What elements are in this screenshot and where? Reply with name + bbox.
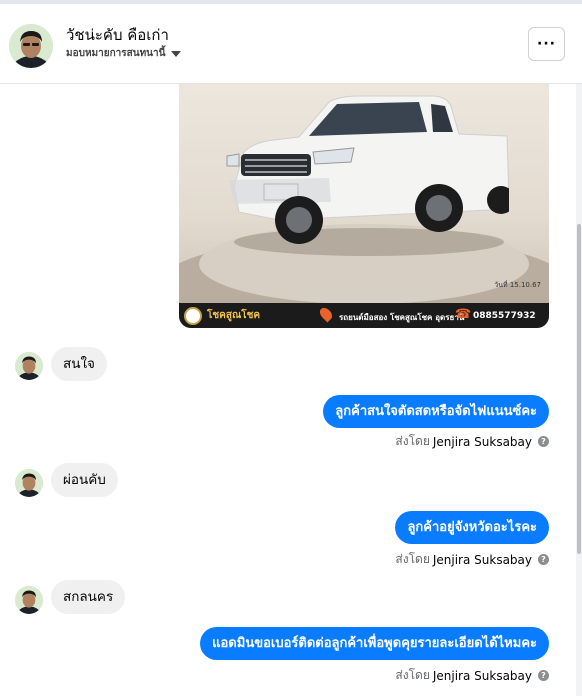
dealer-banner: โชคสูณโชค รถยนต์มือสอง โชคสูณโชค อุดรธาน… [179,303,549,328]
sent-by-name[interactable]: Jenjira Suksabay [433,553,532,567]
scrollbar-thumb[interactable] [577,224,581,554]
sent-by-label: ส่งโดย [395,668,430,682]
contact-avatar-small[interactable] [15,586,43,614]
dealer-phone: 0885577932 [473,311,536,321]
conversation-header: วัชน่ะคับ คือเก่า มอบหมายการสนทนานี้ ··· [0,4,582,84]
incoming-message[interactable]: สกลนคร [51,580,126,614]
outgoing-message[interactable]: แอดมินขอเบอร์ติดต่อลูกค้าเพื่อพูดคุยรายล… [200,627,549,660]
sent-by-line: ส่งโดย Jenjira Suksabay ? [395,666,549,685]
question-circle-icon[interactable]: ? [538,670,549,681]
contact-avatar[interactable] [9,24,53,68]
shared-vehicle-image[interactable]: วันที่ 15.10.67 โชคสูณโชค รถยนต์มือสอง โ… [179,84,549,328]
phone-icon: ☎ [455,307,472,322]
assign-conversation-dropdown[interactable]: มอบหมายการสนทนานี้ [66,46,182,61]
chat-scrollbar[interactable] [576,84,582,696]
sent-by-line: ส่งโดย Jenjira Suksabay ? [395,550,549,569]
sent-by-label: ส่งโดย [395,434,430,448]
contact-name[interactable]: วัชน่ะคับ คือเก่า [66,23,169,47]
incoming-message[interactable]: สนใจ [51,347,107,381]
contact-avatar-small[interactable] [15,352,43,380]
outgoing-message[interactable]: ลูกค้าสนใจตัดสดหรือจัดไฟแนนซ์คะ [323,395,549,428]
assign-conversation-label: มอบหมายการสนทนานี้ [66,48,166,59]
sent-by-name[interactable]: Jenjira Suksabay [433,435,532,449]
question-circle-icon[interactable]: ? [538,436,549,447]
dealer-brand: โชคสูณโชค [207,310,261,321]
ellipsis-icon: ··· [537,36,556,52]
sent-by-line: ส่งโดย Jenjira Suksabay ? [395,432,549,451]
more-options-button[interactable]: ··· [528,27,565,61]
question-circle-icon[interactable]: ? [538,554,549,565]
outgoing-message[interactable]: ลูกค้าอยู่จังหวัดอะไรคะ [395,511,549,544]
dealer-address: รถยนต์มือสอง โชคสูณโชค อุดรธานี [339,313,465,322]
pickup-truck-photo [226,95,509,256]
sent-by-name[interactable]: Jenjira Suksabay [433,669,532,683]
caret-down-icon [171,50,182,57]
contact-avatar-small[interactable] [15,469,43,497]
dealer-logo [184,306,202,325]
incoming-message[interactable]: ผ่อนคับ [51,463,118,497]
location-pin-icon [317,305,335,323]
promo-date: วันที่ 15.10.67 [494,281,541,289]
sent-by-label: ส่งโดย [395,552,430,566]
